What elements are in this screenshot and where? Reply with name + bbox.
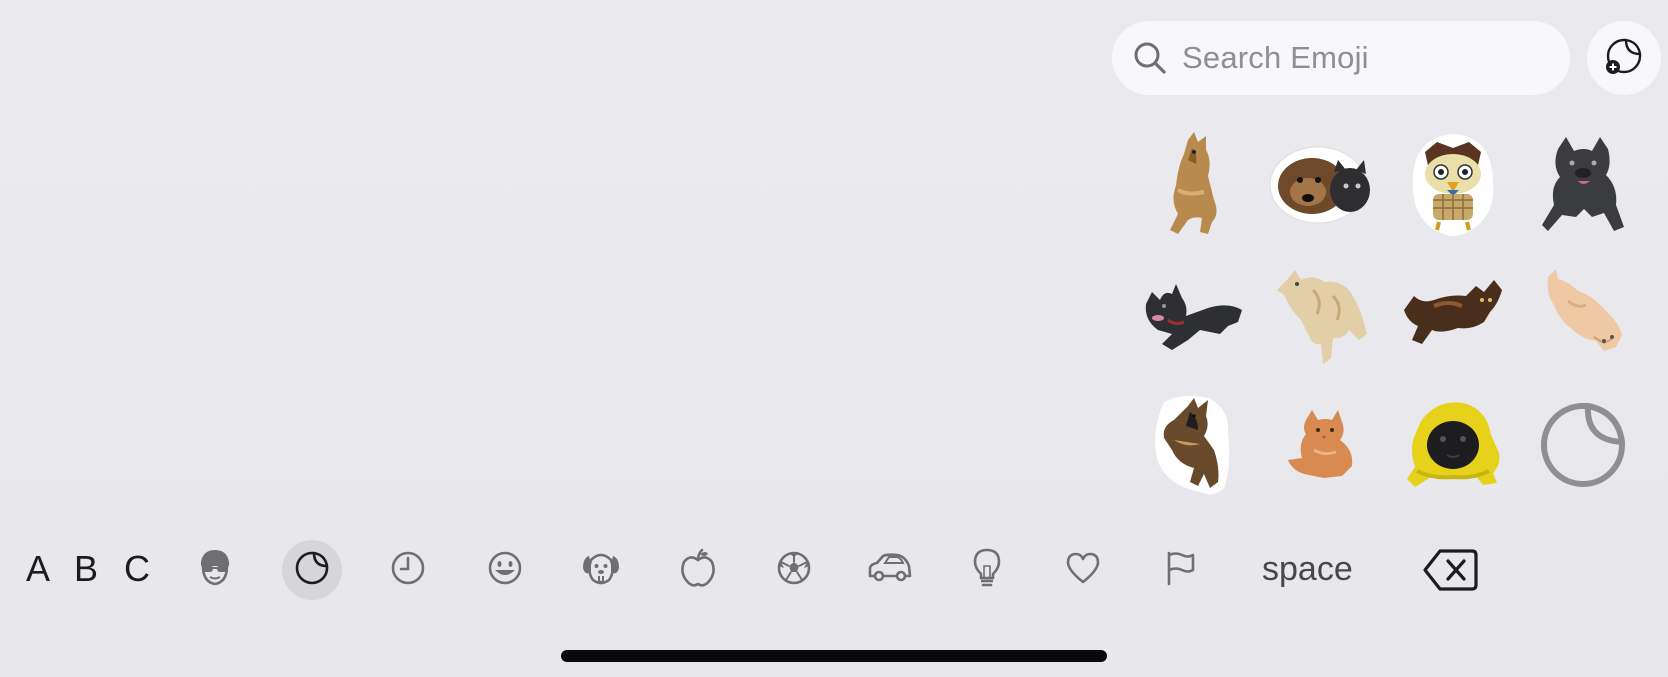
sticker-cat-stretching[interactable]	[1388, 250, 1518, 380]
category-symbols[interactable]	[1053, 540, 1113, 600]
sticker-owl[interactable]	[1388, 120, 1518, 250]
sticker-bulldog-running[interactable]	[1518, 120, 1648, 250]
sticker-pug-raincoat[interactable]	[1388, 380, 1518, 510]
sticker-grid	[1128, 120, 1648, 500]
car-icon	[867, 552, 913, 589]
dog-icon	[581, 550, 621, 591]
space-key[interactable]: space	[1262, 550, 1353, 589]
sticker-cat-lying[interactable]	[1518, 250, 1648, 380]
category-bar: A B C space	[0, 540, 1668, 606]
category-recent[interactable]	[378, 540, 438, 600]
add-sticker-icon	[1604, 36, 1644, 81]
flag-icon	[1164, 550, 1196, 591]
sticker-icon	[294, 550, 330, 591]
abc-key[interactable]: A B C	[26, 548, 158, 590]
heart-icon	[1065, 551, 1101, 590]
delete-key[interactable]	[1422, 548, 1482, 596]
memoji-icon	[197, 548, 233, 593]
category-flags[interactable]	[1150, 540, 1210, 600]
soccer-ball-icon	[776, 550, 812, 591]
search-placeholder: Search Emoji	[1182, 40, 1369, 75]
category-activity[interactable]	[764, 540, 824, 600]
apple-icon	[680, 548, 716, 593]
clock-icon	[390, 550, 426, 591]
category-objects[interactable]	[957, 540, 1017, 600]
sticker-cat-jumping[interactable]	[1258, 250, 1388, 380]
sticker-placeholder[interactable]	[1518, 380, 1648, 510]
delete-icon	[1422, 549, 1478, 596]
emoji-keyboard: Search Emoji A B C space	[0, 0, 1668, 677]
search-input[interactable]: Search Emoji	[1112, 21, 1570, 95]
category-food[interactable]	[668, 540, 728, 600]
search-icon	[1132, 40, 1168, 76]
sticker-dog-standing[interactable]	[1128, 120, 1258, 250]
smiley-icon	[487, 550, 523, 591]
sticker-bulldog-lying[interactable]	[1128, 250, 1258, 380]
sticker-shepherd-dog[interactable]	[1128, 380, 1258, 510]
category-memoji[interactable]	[185, 540, 245, 600]
lightbulb-icon	[972, 548, 1002, 593]
sticker-cat-sitting[interactable]	[1258, 380, 1388, 510]
category-travel[interactable]	[860, 540, 920, 600]
category-smileys[interactable]	[475, 540, 535, 600]
add-sticker-button[interactable]	[1587, 21, 1661, 95]
category-animals[interactable]	[571, 540, 631, 600]
sticker-dog-faces[interactable]	[1258, 120, 1388, 250]
category-stickers[interactable]	[282, 540, 342, 600]
home-indicator[interactable]	[561, 650, 1107, 662]
